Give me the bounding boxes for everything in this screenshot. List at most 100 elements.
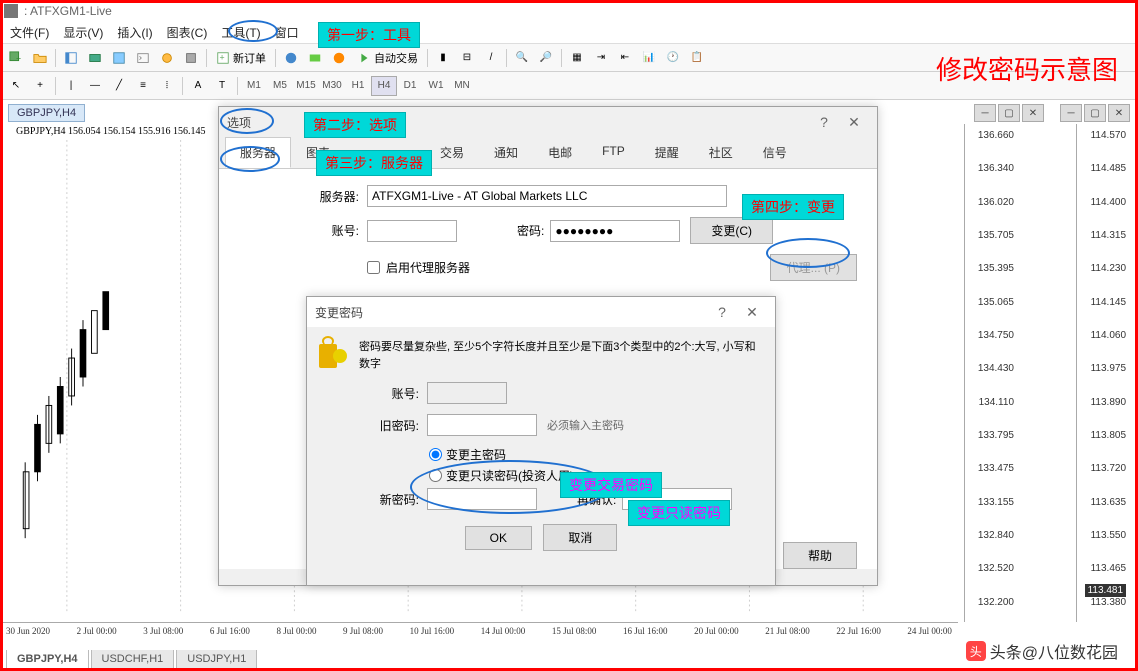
menu-chart[interactable]: 图表(C) [161, 22, 214, 43]
zoom-out-icon[interactable]: 🔎 [535, 47, 557, 69]
menu-view[interactable]: 显示(V) [57, 22, 109, 43]
period-icon[interactable]: 🕐 [662, 47, 684, 69]
new-chart-icon[interactable]: + [5, 47, 27, 69]
tf-m15[interactable]: M15 [293, 76, 319, 96]
zoom-in-icon[interactable]: 🔍 [511, 47, 533, 69]
login-input[interactable] [367, 220, 457, 242]
folder-icon[interactable] [29, 47, 51, 69]
lock-key-icon [319, 339, 347, 372]
tab-ftp[interactable]: FTP [587, 137, 640, 168]
minimize-icon[interactable]: ─ [974, 104, 996, 122]
timeframe-bar: M1M5M15M30H1H4D1W1MN [241, 76, 475, 96]
yaxis-right-chart: 114.570114.485114.400114.315114.230114.1… [1076, 124, 1132, 622]
pwd-close-icon[interactable]: ✕ [737, 299, 767, 325]
newpwd-label: 新密码: [359, 491, 419, 508]
tf-h4[interactable]: H4 [371, 76, 397, 96]
terminal-icon[interactable] [132, 47, 154, 69]
proxy-checkbox[interactable] [367, 261, 380, 274]
radio-main[interactable] [429, 448, 442, 461]
menu-window[interactable]: 窗口 [269, 22, 305, 43]
cancel-button[interactable]: 取消 [543, 524, 617, 551]
hline-icon[interactable]: — [84, 75, 106, 97]
tf-m5[interactable]: M5 [267, 76, 293, 96]
callout-step3: 第三步：服务器 [316, 150, 432, 176]
strategy-icon[interactable] [156, 47, 178, 69]
change-button[interactable]: 变更(C) [690, 217, 773, 244]
radio-main-label: 变更主密码 [446, 446, 506, 463]
app-icon [4, 4, 18, 18]
radio-readonly[interactable] [429, 469, 442, 482]
tf-w1[interactable]: W1 [423, 76, 449, 96]
tf-d1[interactable]: D1 [397, 76, 423, 96]
callout-step1: 第一步：工具 [318, 22, 420, 48]
tab-trade[interactable]: 交易 [425, 137, 479, 168]
chart-ohlc: GBPJPY,H4 156.054 156.154 155.916 156.14… [16, 126, 206, 137]
trendline-icon[interactable]: ╱ [108, 75, 130, 97]
minimize2-icon[interactable]: ─ [1060, 104, 1082, 122]
callout-step2: 第二步：选项 [304, 112, 406, 138]
window-title: : ATFXGM1-Live [24, 4, 112, 18]
bar-chart-icon[interactable]: ▮ [432, 47, 454, 69]
tab-remind[interactable]: 提醒 [640, 137, 694, 168]
pwd-login-label: 账号: [359, 385, 419, 402]
close-chart-icon[interactable]: ✕ [1022, 104, 1044, 122]
chart-tab-label[interactable]: GBPJPY,H4 [8, 104, 85, 122]
tester-icon[interactable] [180, 47, 202, 69]
template-icon[interactable]: 📋 [686, 47, 708, 69]
maximize2-icon[interactable]: ▢ [1084, 104, 1106, 122]
tab-community[interactable]: 社区 [694, 137, 748, 168]
tf-h1[interactable]: H1 [345, 76, 371, 96]
tf-mn[interactable]: MN [449, 76, 475, 96]
password-input[interactable] [550, 220, 680, 242]
meta-icon[interactable] [280, 47, 302, 69]
vline-icon[interactable]: | [60, 75, 82, 97]
tile-icon[interactable]: ▦ [566, 47, 588, 69]
newpwd-input[interactable] [427, 488, 537, 510]
signal-icon[interactable] [328, 47, 350, 69]
xaxis: 30 Jun 20202 Jul 00:003 Jul 08:006 Jul 1… [0, 622, 958, 642]
line-chart-icon[interactable]: / [480, 47, 502, 69]
bottom-tab-2[interactable]: USDCHF,H1 [91, 650, 175, 669]
menu-file[interactable]: 文件(F) [4, 22, 55, 43]
svg-text:+: + [16, 53, 21, 63]
help-icon[interactable]: ? [809, 109, 839, 135]
fibo-icon[interactable]: ⦙ [156, 75, 178, 97]
tf-m30[interactable]: M30 [319, 76, 345, 96]
bottom-tab-3[interactable]: USDJPY,H1 [176, 650, 257, 669]
nav-icon[interactable] [60, 47, 82, 69]
close2-icon[interactable]: ✕ [1108, 104, 1130, 122]
oldpwd-input[interactable] [427, 414, 537, 436]
tab-server[interactable]: 服务器 [225, 137, 291, 168]
cursor-icon[interactable]: ↖ [5, 75, 27, 97]
candle-chart-icon[interactable]: ⊟ [456, 47, 478, 69]
maximize-icon[interactable]: ▢ [998, 104, 1020, 122]
crosshair-icon[interactable]: + [29, 75, 51, 97]
proxy-label: 启用代理服务器 [386, 259, 470, 276]
channel-icon[interactable]: ≡ [132, 75, 154, 97]
change-password-dialog: 变更密码 ? ✕ 密码要尽量复杂些, 至少5个字符长度并且至少是下面3个类型中的… [306, 296, 776, 586]
data-icon[interactable] [108, 47, 130, 69]
bottom-tab-1[interactable]: GBPJPY,H4 [6, 650, 89, 669]
indicator-icon[interactable]: 📊 [638, 47, 660, 69]
help-button[interactable]: 帮助 [783, 542, 857, 569]
tab-notify[interactable]: 通知 [479, 137, 533, 168]
expert-icon[interactable] [304, 47, 326, 69]
pwd-title: 变更密码 [315, 304, 363, 321]
autotrade-button[interactable]: 自动交易 [351, 50, 424, 66]
new-order-button[interactable]: +新订单 [210, 50, 272, 66]
pwd-help-icon[interactable]: ? [707, 299, 737, 325]
scroll-icon[interactable]: ⇥ [590, 47, 612, 69]
close-icon[interactable]: ✕ [839, 109, 869, 135]
chart-window-controls: ─ ▢ ✕ ─ ▢ ✕ [974, 104, 1130, 122]
ok-button[interactable]: OK [465, 526, 532, 550]
tab-email[interactable]: 电邮 [533, 137, 587, 168]
tab-signal[interactable]: 信号 [748, 137, 802, 168]
menu-tools[interactable]: 工具(T) [215, 22, 266, 43]
tf-m1[interactable]: M1 [241, 76, 267, 96]
market-icon[interactable] [84, 47, 106, 69]
shift-icon[interactable]: ⇤ [614, 47, 636, 69]
menu-insert[interactable]: 插入(I) [111, 22, 158, 43]
server-input[interactable] [367, 185, 727, 207]
text-icon[interactable]: A [187, 75, 209, 97]
label-icon[interactable]: T [211, 75, 233, 97]
